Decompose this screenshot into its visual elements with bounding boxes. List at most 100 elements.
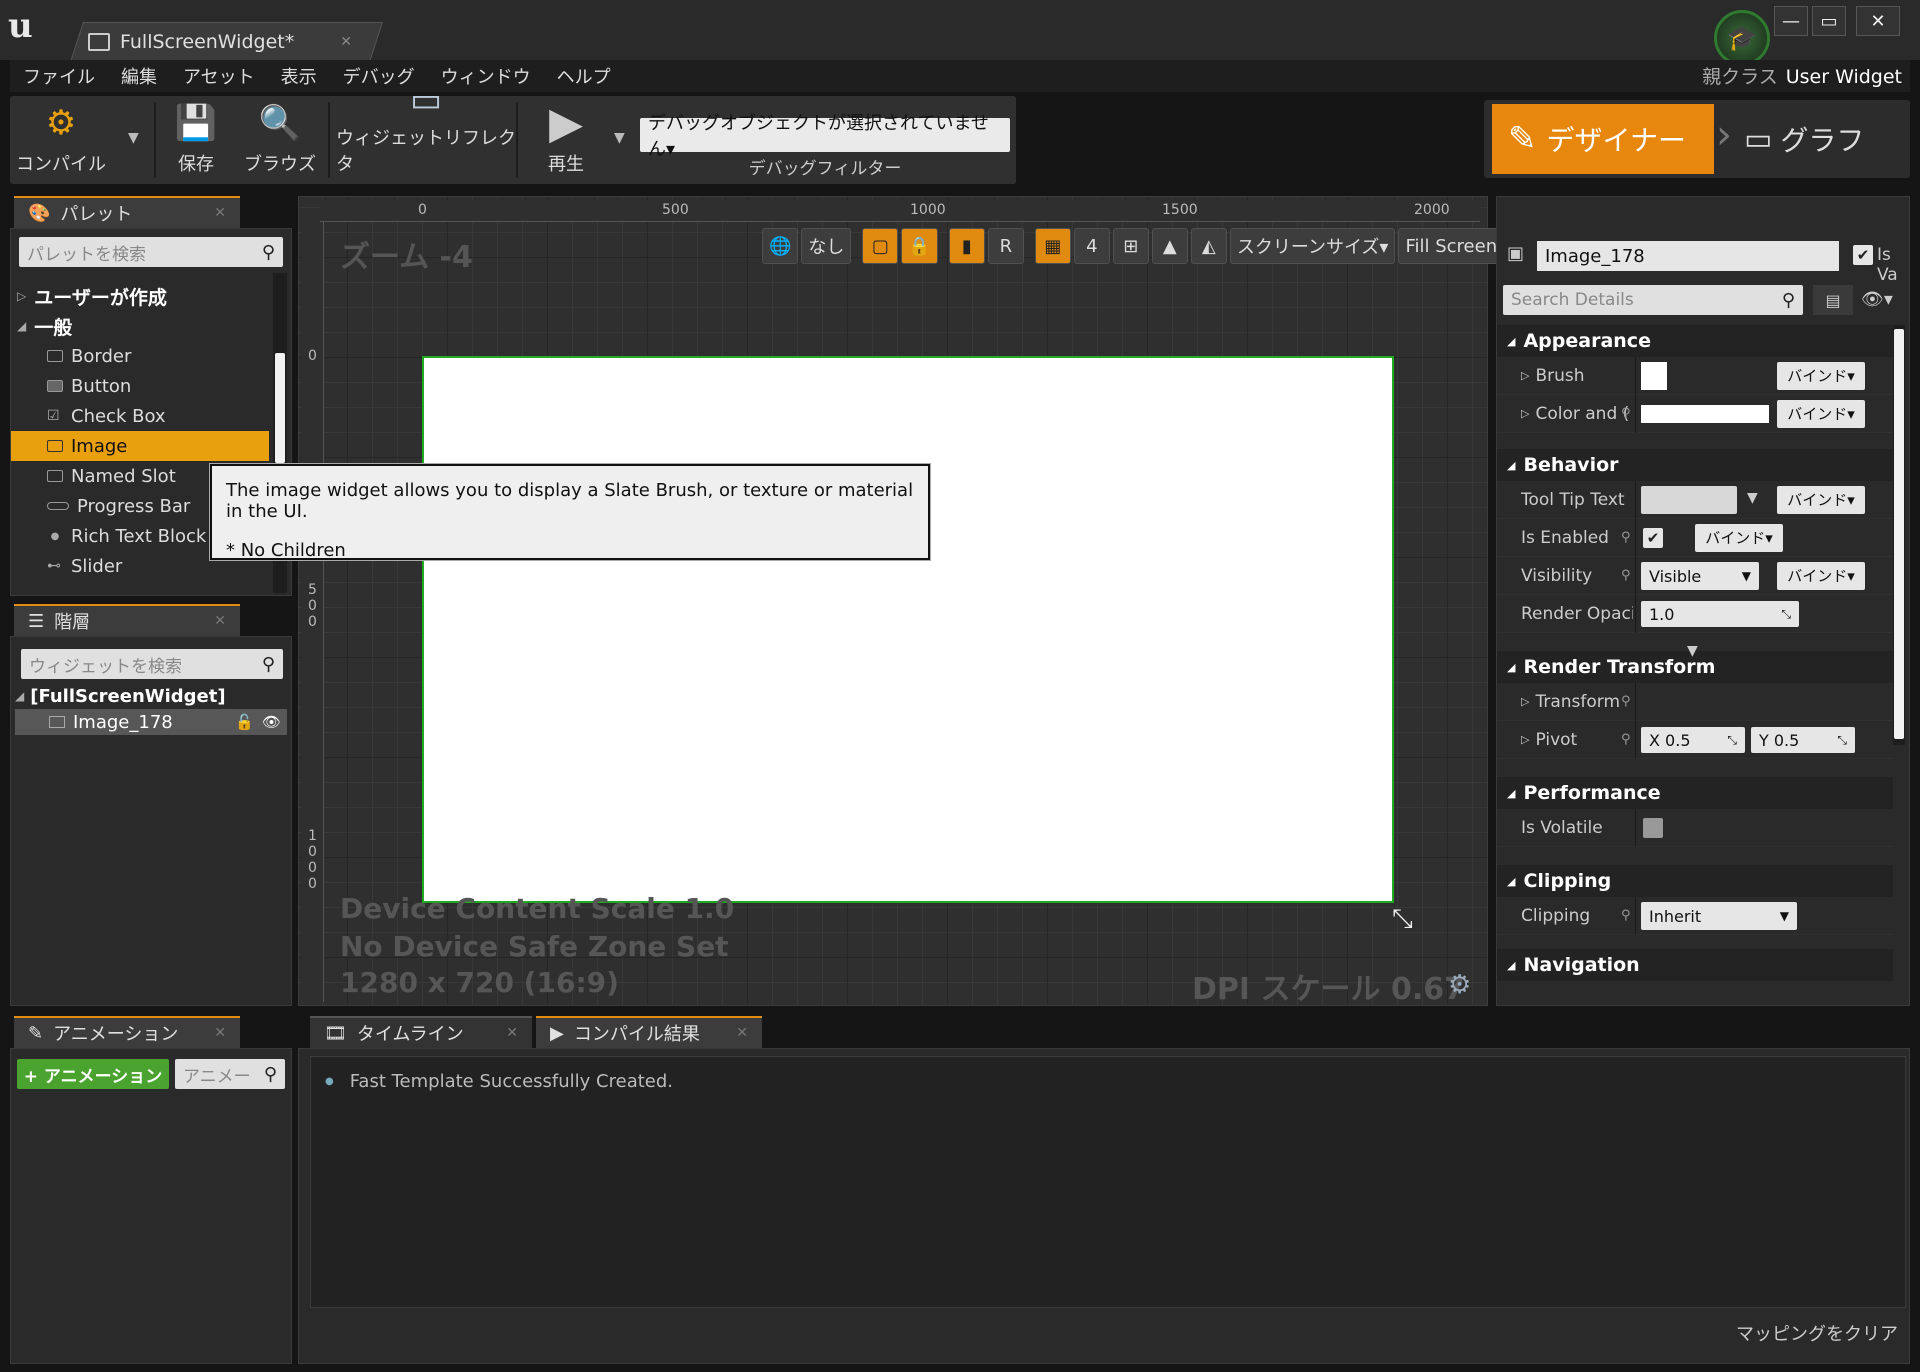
menu-edit[interactable]: 編集 (108, 63, 170, 89)
hierarchy-search-input[interactable]: ウィジェットを検索 ⚲ (21, 649, 283, 679)
gear-icon[interactable]: ⚙ (1448, 970, 1471, 1000)
palette-item-image[interactable]: Image (11, 431, 269, 461)
border-icon (47, 350, 63, 362)
is-enabled-checkbox[interactable]: ✔ (1643, 528, 1663, 548)
lock-icon[interactable]: 🔓 (235, 713, 254, 731)
fit-icon[interactable]: ⊞ (1112, 228, 1149, 264)
visibility-select[interactable]: Visible ▼ (1641, 562, 1759, 590)
outline-toggle-icon[interactable]: ▢ (862, 228, 899, 264)
bind-button[interactable]: バインド▾ (1777, 561, 1865, 590)
widget-name-input[interactable]: Image_178 (1537, 241, 1839, 271)
menu-view[interactable]: 表示 (268, 63, 330, 89)
section-clipping[interactable]: ◢ Clipping (1497, 865, 1893, 897)
parent-class-link[interactable]: User Widget (1786, 66, 1902, 88)
resize-handle-icon[interactable]: ⤡ (1392, 904, 1413, 935)
help-icon[interactable]: 🎓 (1714, 10, 1770, 66)
close-icon[interactable]: ✕ (214, 613, 226, 629)
browse-button[interactable]: 🔍 ブラウズ (240, 96, 320, 184)
graph-mode-button[interactable]: ▭ グラフ (1744, 104, 1904, 174)
property-matrix-icon[interactable]: ▤ (1813, 285, 1853, 315)
tooltip-text-input[interactable] (1641, 486, 1737, 514)
widget-canvas[interactable] (422, 356, 1394, 903)
hierarchy-tab[interactable]: ☰ 階層 ✕ (14, 604, 240, 636)
section-behavior[interactable]: ◢ Behavior (1497, 449, 1893, 481)
bind-button[interactable]: バインド▾ (1695, 523, 1783, 552)
save-button[interactable]: 💾 保存 (166, 96, 226, 184)
bind-link-icon[interactable]: ⚲ (1621, 406, 1631, 421)
palette-scrollbar-thumb[interactable] (275, 353, 285, 463)
clear-mapping-button[interactable]: マッピングをクリア (1736, 1320, 1898, 1346)
bind-button[interactable]: バインド▾ (1777, 399, 1865, 428)
palette-search-input[interactable]: パレットを検索 ⚲ (19, 237, 283, 267)
minimize-button[interactable]: — (1774, 6, 1808, 36)
details-scrollbar-thumb[interactable] (1894, 329, 1904, 739)
compile-button[interactable]: ⚙ コンパイル (16, 96, 106, 184)
advanced-expand-icon[interactable]: ▼ (1687, 643, 1698, 659)
palette-category-common[interactable]: ◢ 一般 (11, 311, 269, 341)
menu-asset[interactable]: アセット (170, 63, 268, 89)
bind-link-icon[interactable]: ⚲ (1621, 530, 1631, 545)
collapse-arrow-icon: ◢ (1507, 786, 1516, 800)
chevron-down-icon[interactable]: ▼ (1747, 490, 1758, 506)
document-tab[interactable]: FullScreenWidget* ✕ (88, 24, 368, 60)
bind-link-icon[interactable]: ⚲ (1621, 694, 1631, 709)
close-icon[interactable]: ✕ (340, 34, 352, 50)
grid-snap-value[interactable]: 4 (1073, 228, 1110, 264)
play-button[interactable]: ▶ 再生 (526, 96, 606, 184)
palette-tab[interactable]: 🎨 パレット ✕ (14, 196, 240, 228)
compile-results-tab[interactable]: ▶ コンパイル結果 ✕ (536, 1016, 762, 1048)
close-icon[interactable]: ✕ (506, 1025, 518, 1041)
palette-item-button[interactable]: Button (11, 371, 269, 401)
close-icon[interactable]: ✕ (736, 1025, 748, 1041)
bind-link-icon[interactable]: ⚲ (1621, 568, 1631, 583)
hierarchy-item-image[interactable]: Image_178 🔓 👁 (15, 709, 287, 735)
section-navigation[interactable]: ◢ Navigation (1497, 949, 1893, 981)
details-search-input[interactable]: Search Details ⚲ (1503, 285, 1803, 315)
close-icon[interactable]: ✕ (214, 1025, 226, 1041)
bind-button[interactable]: バインド▾ (1777, 485, 1865, 514)
section-performance[interactable]: ◢ Performance (1497, 777, 1893, 809)
palette-item-border[interactable]: Border (11, 341, 269, 371)
animation-search-input[interactable]: アニメー ⚲ (175, 1059, 285, 1089)
designer-mode-button[interactable]: ✎ デザイナー (1492, 104, 1714, 174)
bind-link-icon[interactable]: ⚲ (1621, 732, 1631, 747)
window-close-button[interactable]: ✕ (1856, 6, 1900, 36)
brush-swatch[interactable] (1641, 362, 1667, 390)
details-scrollbar[interactable] (1893, 325, 1905, 745)
lock-icon[interactable]: 🔒 (901, 228, 938, 264)
animation-tab[interactable]: ✎ アニメーション ✕ (14, 1016, 240, 1048)
render-opacity-input[interactable]: 1.0 ⤡ (1641, 601, 1799, 627)
bind-button[interactable]: バインド▾ (1777, 361, 1865, 390)
palette-category-user[interactable]: ▷ ユーザーが作成 (11, 281, 269, 311)
bind-link-icon[interactable]: ⚲ (1621, 908, 1631, 923)
color-swatch[interactable] (1641, 405, 1769, 423)
menu-help[interactable]: ヘルプ (544, 63, 624, 89)
compile-options-icon[interactable]: ▼ (128, 130, 139, 146)
flip-icon[interactable]: ◭ (1190, 228, 1227, 264)
background-image-icon[interactable]: ▲ (1151, 228, 1188, 264)
eye-icon[interactable]: 👁 (262, 713, 281, 731)
localization-select[interactable]: なし (801, 228, 852, 264)
palette-item-check-box[interactable]: ☑ Check Box (11, 401, 269, 431)
hierarchy-root[interactable]: ◢ [FullScreenWidget] (15, 683, 287, 709)
eye-icon[interactable]: 👁▾ (1861, 289, 1893, 310)
debug-object-select[interactable]: デバッグオブジェクトが選択されていません▾ (640, 113, 1010, 160)
pivot-x-input[interactable]: X 0.5 ⤡ (1641, 727, 1745, 753)
menu-file[interactable]: ファイル (10, 63, 108, 89)
add-animation-button[interactable]: + アニメーション (17, 1059, 169, 1089)
maximize-button[interactable]: ▭ (1812, 6, 1846, 36)
timeline-tab[interactable]: 🎞 タイムライン ✕ (310, 1016, 532, 1048)
widget-reflector-button[interactable]: ▭ ウィジェットリフレクタ (336, 80, 516, 184)
pivot-y-input[interactable]: Y 0.5 ⤡ (1751, 727, 1855, 753)
globe-icon[interactable]: 🌐 (762, 228, 799, 264)
close-icon[interactable]: ✕ (214, 205, 226, 221)
clipping-select[interactable]: Inherit ▼ (1641, 902, 1797, 930)
respect-locks-icon[interactable]: ▮ (948, 228, 985, 264)
is-volatile-checkbox[interactable] (1643, 818, 1663, 838)
is-variable-checkbox[interactable]: ✔ (1853, 245, 1873, 265)
screen-size-select[interactable]: スクリーンサイズ▾ (1229, 228, 1396, 264)
grid-snap-icon[interactable]: ▦ (1034, 228, 1071, 264)
r-toggle[interactable]: R (987, 228, 1024, 264)
section-appearance[interactable]: ◢ Appearance (1497, 325, 1893, 357)
play-options-icon[interactable]: ▼ (614, 130, 625, 146)
